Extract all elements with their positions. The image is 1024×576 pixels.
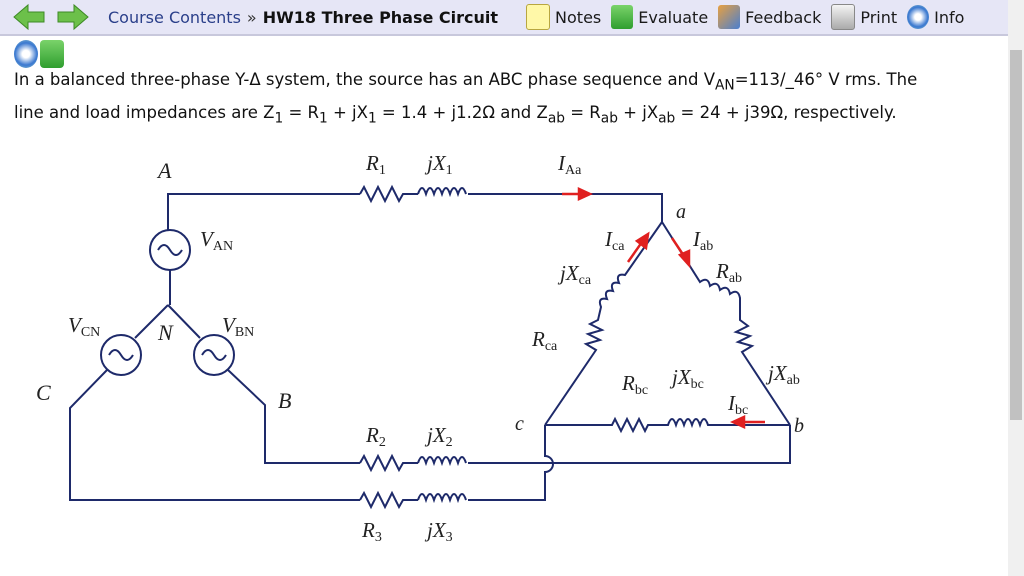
label-jxca: jXca [557, 261, 592, 288]
label-jx3: jX3 [424, 518, 453, 545]
label-van: VAN [200, 227, 233, 254]
label-vbn: VBN [222, 313, 254, 340]
label-iaa: IAa [557, 151, 582, 178]
wire-b [227, 369, 791, 464]
label-rab: Rab [715, 259, 742, 286]
label-C: C [36, 380, 51, 405]
inductor-jx3 [417, 493, 467, 504]
label-jxbc: jXbc [669, 365, 704, 392]
resistor-r3 [359, 490, 418, 510]
label-ibc: Ibc [727, 391, 748, 418]
label-N: N [157, 320, 174, 345]
label-iab: Iab [692, 227, 713, 254]
resistor-r1 [359, 184, 418, 204]
label-r3: R3 [361, 518, 382, 545]
label-jxab: jXab [765, 361, 800, 388]
label-r1: R1 [365, 151, 386, 178]
label-jx1: jX1 [424, 151, 453, 178]
label-a: a [676, 201, 686, 223]
label-jx2: jX2 [424, 423, 453, 450]
inductor-jx1 [417, 187, 467, 198]
label-A: A [156, 158, 172, 183]
wire-c [69, 369, 554, 501]
circuit-diagram: A C B N a b c VAN VBN VCN R1 jX1 R2 jX2 R3 jX3 IA… [36, 151, 804, 545]
label-r2: R2 [365, 423, 386, 450]
label-rbc: Rbc [621, 371, 648, 398]
label-vcn: VCN [68, 313, 100, 340]
scrollbar[interactable] [1008, 0, 1024, 576]
label-ica: Ica [604, 227, 625, 254]
label-c: c [515, 413, 524, 435]
wire-top [167, 193, 663, 230]
label-rca: Rca [531, 327, 558, 354]
label-B: B [278, 388, 291, 413]
resistor-r2 [359, 453, 418, 473]
label-b: b [794, 415, 804, 437]
scrollbar-thumb[interactable] [1010, 50, 1022, 420]
inductor-jx2 [417, 456, 467, 467]
